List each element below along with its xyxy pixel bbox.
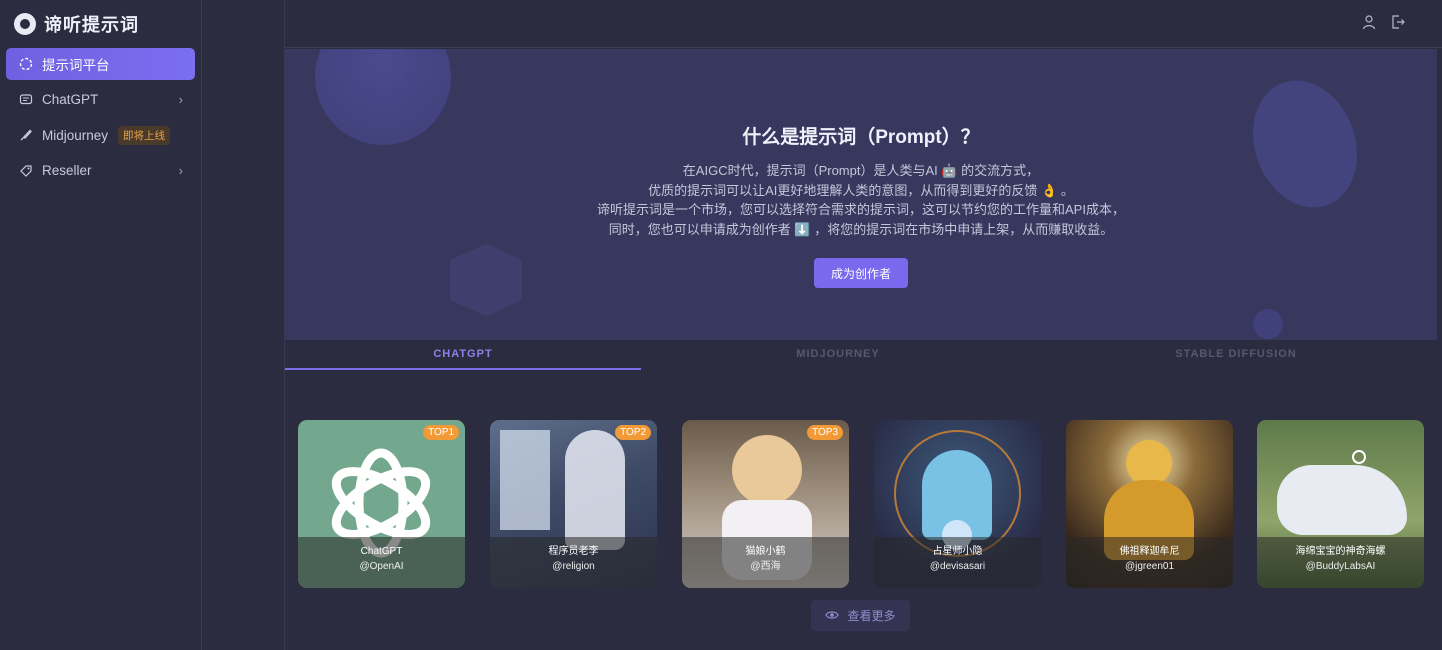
card-author: @西海 [750, 561, 781, 572]
prompt-card[interactable]: TOP3 猫娘小鹤 @西海 [682, 420, 849, 588]
sidebar-item-chatgpt[interactable]: ChatGPT › [6, 84, 195, 116]
card-author: @jgreen01 [1124, 561, 1175, 572]
sidebar-item-label: ChatGPT [42, 92, 99, 107]
sidebar-item-midjourney[interactable]: Midjourney 即将上线 [6, 119, 195, 151]
decorative-cube [450, 244, 522, 316]
decorative-dot [1253, 309, 1283, 339]
card-author: @BuddyLabsAI [1305, 561, 1376, 572]
prompt-card[interactable]: 佛祖释迦牟尼 @jgreen01 [1066, 420, 1233, 588]
app-name: 谛听提示词 [44, 15, 139, 35]
card-author: @OpenAI [359, 561, 404, 572]
card-title: ChatGPT [360, 546, 403, 557]
chevron-right-icon: › [178, 162, 183, 178]
rank-badge: TOP1 [423, 425, 459, 440]
hero-title: 什么是提示词（Prompt）？ [742, 127, 980, 148]
card-author: @religion [552, 561, 595, 572]
see-more-label: 查看更多 [847, 609, 896, 623]
logo-icon [14, 13, 36, 35]
card-author: @devisasari [929, 561, 986, 572]
hero-line: 谛听提示词是一个市场，您可以选择符合需求的提示词，这可以节约您的工作量和API成… [597, 202, 1125, 217]
card-title: 海绵宝宝的神奇海螺 [1295, 546, 1386, 557]
card-title: 占星师小隐 [932, 546, 983, 557]
prompt-card-list: TOP1 ChatGPT @OpenAI TOP2 程序员老李 @religio… [298, 420, 1428, 588]
tab-stable-diffusion[interactable]: STABLE DIFFUSION [1035, 340, 1437, 370]
prompt-card[interactable]: TOP1 ChatGPT @OpenAI [298, 420, 465, 588]
hero-description: 在AIGC时代，提示词（Prompt）是人类与AI 🤖 的交流方式， 优质的提示… [285, 161, 1437, 239]
brush-icon [18, 127, 34, 143]
hero-line: 同时，您也可以申请成为创作者 ⬇️ ，将您的提示词在市场中申请上架，从而赚取收益… [608, 221, 1114, 237]
tab-chatgpt[interactable]: CHATGPT [285, 340, 641, 370]
card-title: 猫娘小鹤 [745, 546, 786, 557]
card-illustration [565, 430, 625, 550]
rank-badge: TOP3 [807, 425, 843, 440]
prompt-card[interactable]: 占星师小隐 @devisasari [874, 420, 1041, 588]
user-icon[interactable] [1360, 14, 1378, 32]
secondary-column [202, 0, 285, 650]
logo[interactable]: 谛听提示词 [0, 0, 201, 48]
sidebar-nav: 提示词平台 ChatGPT › Midjourney 即将上线 Reseller… [0, 48, 201, 187]
platform-icon [18, 56, 34, 72]
chat-icon [18, 92, 34, 108]
prompt-card[interactable]: TOP2 程序员老李 @religion [490, 420, 657, 588]
card-caption: 占星师小隐 @devisasari [874, 537, 1041, 588]
card-illustration [500, 430, 550, 530]
sidebar-item-label: 提示词平台 [42, 58, 110, 73]
tab-midjourney[interactable]: MIDJOURNEY [641, 340, 1035, 370]
become-creator-button[interactable]: 成为创作者 [814, 258, 908, 288]
logout-icon[interactable] [1389, 14, 1407, 32]
sidebar: 谛听提示词 提示词平台 ChatGPT › Midjourney 即将上线 Re… [0, 0, 202, 650]
sidebar-item-label: Midjourney [42, 127, 109, 143]
see-more-button[interactable]: 查看更多 [811, 600, 910, 631]
coming-soon-badge: 即将上线 [118, 125, 171, 145]
rank-badge: TOP2 [615, 425, 651, 440]
prompt-card[interactable]: 海绵宝宝的神奇海螺 @BuddyLabsAI [1257, 420, 1424, 588]
card-caption: 海绵宝宝的神奇海螺 @BuddyLabsAI [1257, 537, 1424, 588]
sidebar-item-reseller[interactable]: Reseller › [6, 155, 195, 187]
card-illustration [732, 435, 802, 505]
tag-icon [18, 163, 34, 179]
card-title: 程序员老李 [548, 546, 599, 557]
hero-line: 优质的提示词可以让AI更好地理解人类的意图，从而得到更好的反馈 👌 。 [648, 182, 1074, 198]
sidebar-item-prompt-platform[interactable]: 提示词平台 [6, 48, 195, 80]
card-title: 佛祖释迦牟尼 [1119, 546, 1180, 557]
card-caption: 程序员老李 @religion [490, 537, 657, 588]
hero-banner: 什么是提示词（Prompt）？ 在AIGC时代，提示词（Prompt）是人类与A… [285, 49, 1437, 340]
eye-icon [825, 609, 840, 623]
sidebar-item-label: Reseller [42, 163, 92, 178]
topbar [285, 0, 1442, 48]
card-caption: 佛祖释迦牟尼 @jgreen01 [1066, 537, 1233, 588]
chevron-right-icon: › [178, 91, 183, 107]
card-illustration [1277, 465, 1407, 535]
card-caption: 猫娘小鹤 @西海 [682, 537, 849, 588]
category-tabs: CHATGPT MIDJOURNEY STABLE DIFFUSION [285, 340, 1437, 370]
card-caption: ChatGPT @OpenAI [298, 537, 465, 588]
hero-line: 在AIGC时代，提示词（Prompt）是人类与AI 🤖 的交流方式， [682, 163, 1040, 178]
card-illustration [1352, 450, 1366, 464]
